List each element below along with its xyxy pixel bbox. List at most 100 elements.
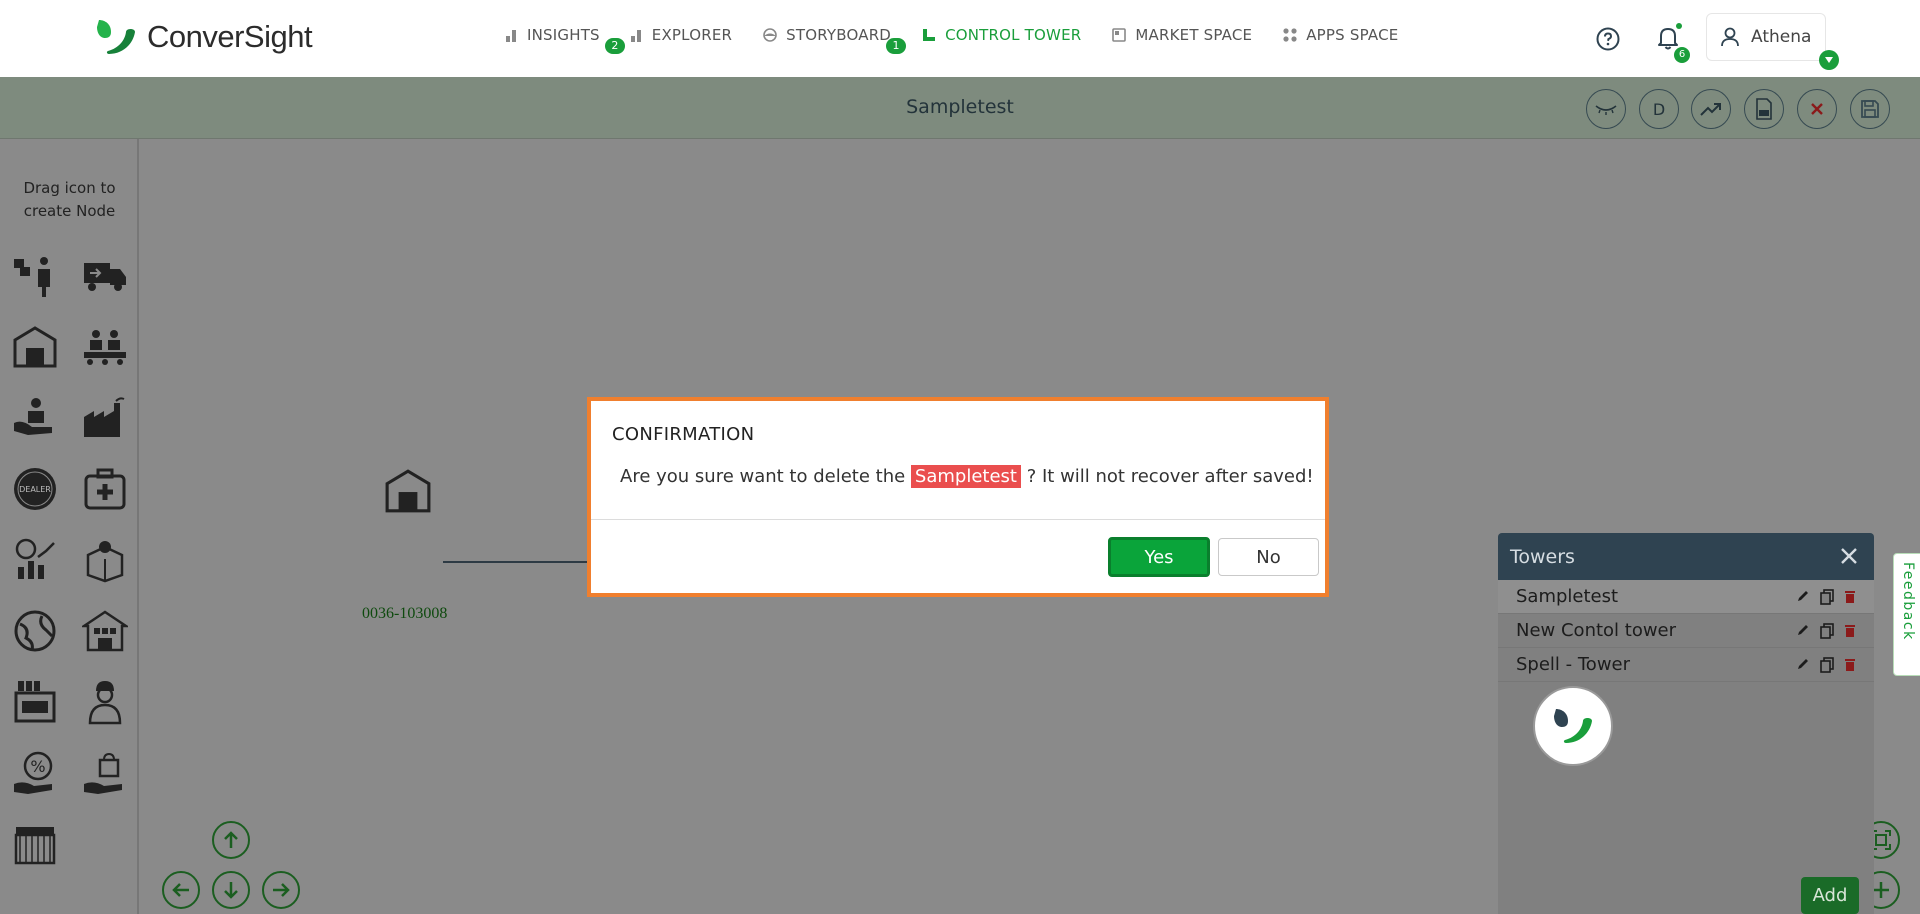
notifications-button[interactable]: 6 [1656,23,1690,63]
pan-left-button[interactable] [162,871,200,909]
eye-closed-icon [1595,105,1617,115]
svg-text:%: % [30,757,45,776]
close-icon [1841,548,1857,564]
warehouse-node-icon[interactable] [384,467,432,515]
svg-text:DEALER: DEALER [19,485,51,494]
tower-list-item[interactable]: New Contol tower [1498,614,1874,648]
supplier-node-icon[interactable] [12,253,58,299]
assembly-line-node-icon[interactable] [82,324,128,370]
confirm-no-button[interactable]: No [1218,538,1319,576]
tower-toolbar: Sampletest D [0,77,1920,139]
bar-chart-icon [506,30,516,42]
factory-node-icon[interactable] [82,395,128,441]
tower-title: Sampletest [906,96,1014,118]
nav-label: EXPLORER [651,26,733,44]
edit-icon[interactable] [1796,589,1810,603]
copy-icon[interactable] [1820,589,1834,605]
nav-control-tower[interactable]: CONTROL TOWER [921,26,1081,44]
tower-list-item[interactable]: Sampletest [1498,580,1874,614]
dialog-message-text: Are you sure want to delete the [620,466,911,487]
conversight-logo-icon [1554,709,1592,743]
palette-hint-line: Drag icon to [23,179,116,197]
canvas-node-label: 0036-103008 [362,605,448,622]
nav-label: CONTROL TOWER [945,26,1082,44]
arrow-down-icon [224,882,238,899]
dialog-message-text: ? It will not recover after saved! [1020,466,1314,487]
confirm-yes-button[interactable]: Yes [1108,537,1210,577]
export-pdf-button[interactable] [1744,89,1784,129]
node-palette: DEALER % [12,253,131,867]
medical-kit-node-icon[interactable] [82,466,128,512]
storefront-node-icon[interactable] [12,821,58,867]
discount-node-icon[interactable]: % [12,750,58,796]
pan-down-button[interactable] [212,871,250,909]
top-navigation: ConverSight INSIGHTS 2 EXPLORER STORYBOA… [0,0,1920,77]
design-mode-button[interactable]: D [1639,89,1679,129]
tower-name: New Contol tower [1516,620,1677,641]
pan-up-button[interactable] [212,821,250,859]
pdf-file-icon [1756,98,1772,120]
arrow-up-icon [224,831,238,848]
trend-up-icon [1700,103,1721,116]
toggle-view-button[interactable] [1586,89,1626,129]
user-icon [1721,27,1739,47]
nav-apps-space[interactable]: APPS SPACE [1282,26,1398,44]
nav-market-space[interactable]: MARKET SPACE [1111,26,1252,44]
palette-hint: Drag icon to create Node [0,177,139,223]
feedback-tab[interactable]: Feedback [1893,553,1920,676]
node-palette-sidebar: Drag icon to create Node DEALER % [0,139,139,914]
trash-icon[interactable] [1844,623,1856,638]
storyboard-icon [763,28,777,42]
close-towers-panel-button[interactable] [1838,545,1860,572]
location-box-node-icon[interactable] [82,537,128,583]
edit-icon[interactable] [1796,623,1810,637]
brand-name: ConverSight [147,19,313,54]
tower-icon [923,29,936,41]
plus-icon [1873,882,1889,898]
trash-icon[interactable] [1844,657,1856,672]
storyboard-badge: 1 [886,38,907,54]
conversight-logo-icon [97,20,135,54]
apps-grid-icon [1283,28,1297,42]
tower-list-item[interactable]: Spell - Tower [1498,648,1874,682]
customer-node-icon[interactable] [12,395,58,441]
distribution-center-node-icon[interactable] [79,608,131,654]
copy-icon[interactable] [1820,657,1834,673]
assistant-loader[interactable] [1533,686,1613,766]
pan-right-button[interactable] [262,871,300,909]
delete-confirmation-dialog: CONFIRMATION Are you sure want to delete… [587,397,1329,597]
copy-icon[interactable] [1820,623,1834,639]
save-button[interactable] [1850,89,1890,129]
warehouse-node-icon[interactable] [12,324,58,370]
worker-node-icon[interactable] [82,679,128,725]
trash-icon[interactable] [1844,589,1856,604]
main-nav: INSIGHTS 2 EXPLORER STORYBOARD 1 CONTROL… [505,26,1428,54]
logo[interactable]: ConverSight [95,18,313,56]
edit-icon[interactable] [1796,657,1810,671]
insights-badge: 2 [605,38,625,54]
user-dropdown-toggle[interactable] [1819,50,1839,70]
global-network-node-icon[interactable] [12,608,58,654]
dialog-item-name: Sampletest [910,465,1021,488]
trend-button[interactable] [1691,89,1731,129]
nav-explorer[interactable]: EXPLORER [630,26,732,44]
close-tower-button[interactable] [1797,89,1837,129]
truck-node-icon[interactable] [82,253,128,299]
shopping-bag-node-icon[interactable] [82,750,128,796]
analytics-node-icon[interactable] [12,537,58,583]
arrow-left-icon [172,883,189,897]
feedback-label: Feedback [1900,562,1916,641]
help-button[interactable] [1596,27,1620,55]
towers-panel-header: Towers [1498,533,1874,580]
nav-insights[interactable]: INSIGHTS 2 [505,26,625,54]
user-menu[interactable]: Athena [1706,13,1839,70]
add-tower-button[interactable]: Add [1801,877,1859,914]
nav-storyboard[interactable]: STORYBOARD 1 [762,26,907,54]
nav-label: APPS SPACE [1306,26,1399,44]
nav-label: INSIGHTS [527,26,600,44]
dialog-title: CONFIRMATION [612,424,755,445]
arrow-right-icon [273,883,290,897]
dealer-node-icon[interactable]: DEALER [12,466,58,512]
retail-store-node-icon[interactable] [12,679,58,725]
notification-dot [1676,23,1682,29]
